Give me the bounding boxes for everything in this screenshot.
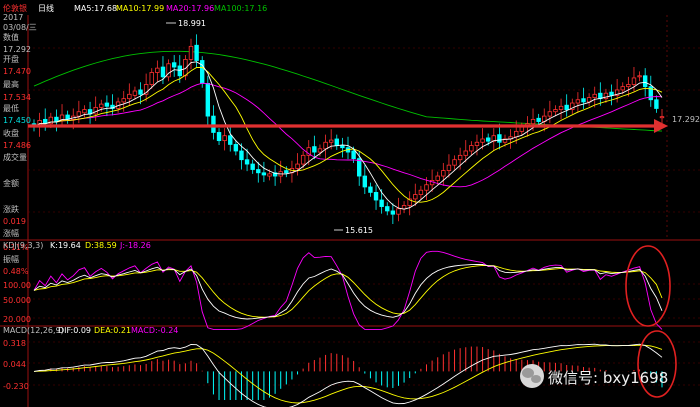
kdj-tick-20: 20.000 bbox=[3, 315, 31, 324]
right-price-label: 17.292 bbox=[672, 115, 700, 124]
info-label: 涨幅 bbox=[3, 228, 19, 238]
watermark-text: 微信号: bxy1698 bbox=[548, 369, 668, 387]
macd-tick-mid: 0.044 bbox=[3, 360, 26, 369]
info-value: 17.534 bbox=[3, 93, 31, 102]
info-label: 2017 bbox=[3, 13, 23, 22]
kdj-tick-50: 50.000 bbox=[3, 296, 31, 305]
stock-name: 伦敦银 bbox=[3, 3, 27, 13]
macd-dif-value: DIF:0.09 bbox=[58, 326, 91, 335]
info-label: 03/08/三 bbox=[3, 23, 37, 32]
info-label: 成交量 bbox=[3, 152, 27, 162]
macd-tick-top: 0.318 bbox=[3, 339, 26, 348]
kdj-d-value: D:38.59 bbox=[85, 241, 117, 250]
info-value: 17.450 bbox=[3, 116, 31, 125]
info-label: 振幅 bbox=[3, 254, 19, 264]
period-label: 日线 bbox=[38, 3, 54, 13]
stock-chart[interactable]: 伦敦银 日线 MA5:17.68 MA10:17.99 MA20:17.96 M… bbox=[0, 0, 700, 407]
kdj-tick-100: 100.00 bbox=[3, 281, 31, 290]
kdj-title: KDJ(9,3,3) bbox=[3, 241, 43, 250]
info-label: 开盘 bbox=[3, 54, 19, 64]
ma5-legend: MA5:17.68 bbox=[74, 4, 117, 13]
info-label: 数值 bbox=[3, 32, 19, 42]
info-label: 最低 bbox=[3, 103, 19, 113]
ma10-legend: MA10:17.99 bbox=[116, 4, 164, 13]
info-label: 收盘 bbox=[3, 128, 19, 138]
info-label: 金额 bbox=[3, 178, 19, 188]
info-value: 0.019 bbox=[3, 217, 26, 226]
info-label: 最高 bbox=[3, 79, 19, 89]
ma100-legend: MA100:17.16 bbox=[214, 4, 267, 13]
low-price-label: 15.615 bbox=[345, 226, 373, 235]
info-label: 涨跌 bbox=[3, 204, 19, 214]
kdj-k-value: K:19.64 bbox=[50, 241, 81, 250]
kdj-j-value: J:-18.26 bbox=[119, 241, 151, 250]
info-value: 17.486 bbox=[3, 141, 31, 150]
info-value: 0.48% bbox=[3, 267, 29, 276]
info-value: 17.470 bbox=[3, 67, 31, 76]
macd-title: MACD(12,26,9) bbox=[3, 326, 64, 335]
macd-tick-bottom: -0.230 bbox=[3, 382, 29, 391]
info-value: 17.292 bbox=[3, 45, 31, 54]
macd-dea-value: DEA:0.21 bbox=[94, 326, 131, 335]
ma20-legend: MA20:17.96 bbox=[166, 4, 214, 13]
macd-value: MACD:-0.24 bbox=[131, 326, 178, 335]
high-price-label: 18.991 bbox=[178, 19, 206, 28]
